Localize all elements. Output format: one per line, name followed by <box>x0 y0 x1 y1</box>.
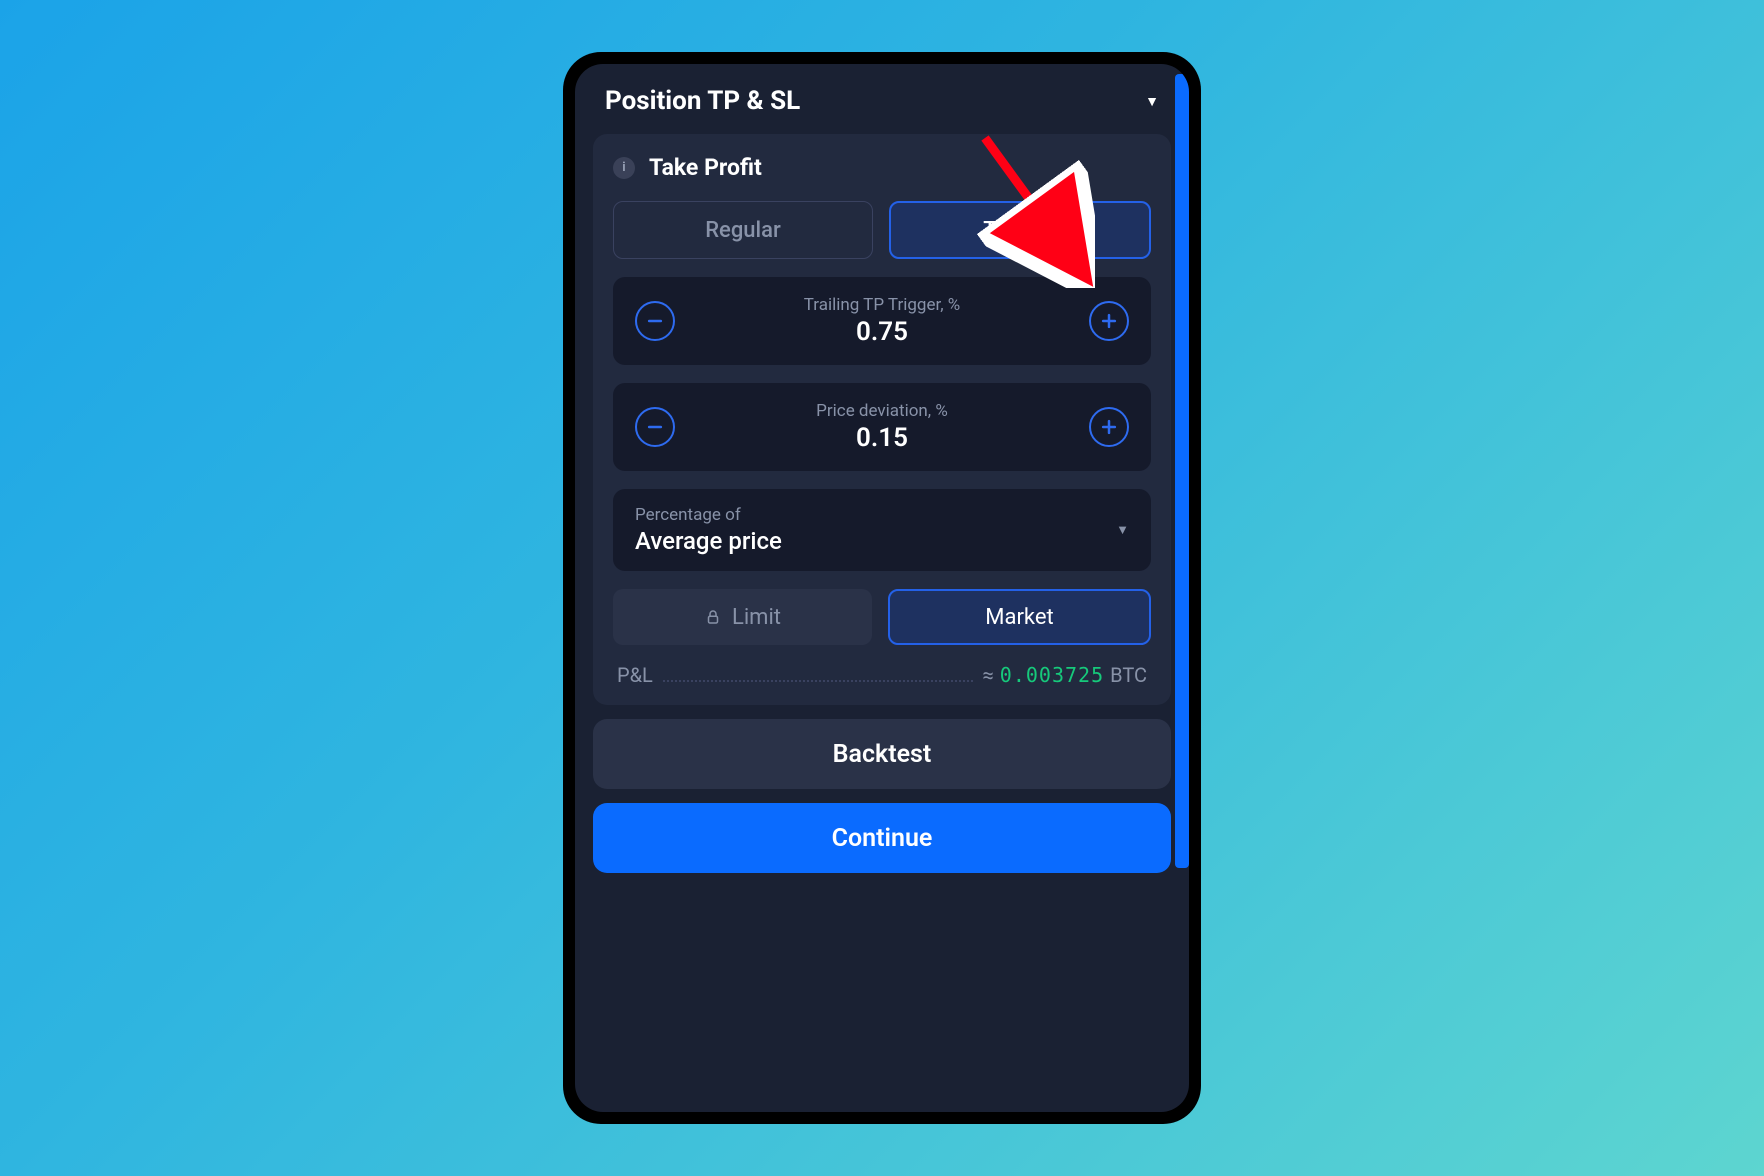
order-type-tabs: Limit Market <box>613 589 1151 645</box>
deviation-value[interactable]: 0.15 <box>816 423 948 453</box>
pnl-unit: BTC <box>1110 663 1147 687</box>
plus-icon <box>1099 311 1119 331</box>
take-profit-title: Take Profit <box>649 154 762 181</box>
order-limit-label: Limit <box>732 605 781 630</box>
section-header[interactable]: Position TP & SL ▼ <box>575 64 1189 134</box>
plus-icon <box>1099 417 1119 437</box>
tab-trailing[interactable]: Trailing <box>889 201 1151 259</box>
minus-button[interactable] <box>635 301 675 341</box>
trigger-label: Trailing TP Trigger, % <box>804 295 960 315</box>
section-title: Position TP & SL <box>605 86 800 116</box>
lock-icon <box>704 608 722 626</box>
tp-mode-tabs: Regular Trailing <box>613 201 1151 259</box>
continue-button[interactable]: Continue <box>593 803 1171 873</box>
minus-icon <box>645 417 665 437</box>
info-icon[interactable]: i <box>613 157 635 179</box>
app-screen: Position TP & SL ▼ i Take Profit Regular… <box>575 64 1189 1112</box>
price-deviation-stepper: Price deviation, % 0.15 <box>613 383 1151 471</box>
percentage-of-dropdown[interactable]: Percentage of Average price ▼ <box>613 489 1151 571</box>
trailing-trigger-stepper: Trailing TP Trigger, % 0.75 <box>613 277 1151 365</box>
plus-button[interactable] <box>1089 301 1129 341</box>
trigger-value[interactable]: 0.75 <box>804 317 960 347</box>
chevron-down-icon: ▼ <box>1116 522 1129 538</box>
order-market-label: Market <box>985 605 1053 630</box>
pnl-value: ≈0.003725BTC <box>983 663 1147 687</box>
backtest-button[interactable]: Backtest <box>593 719 1171 789</box>
pnl-approx: ≈ <box>983 663 994 687</box>
order-market-button[interactable]: Market <box>888 589 1151 645</box>
percentage-of-value: Average price <box>635 527 782 555</box>
deviation-label: Price deviation, % <box>816 401 948 421</box>
minus-icon <box>645 311 665 331</box>
minus-button[interactable] <box>635 407 675 447</box>
plus-button[interactable] <box>1089 407 1129 447</box>
tab-regular[interactable]: Regular <box>613 201 873 259</box>
pnl-row: P&L ≈0.003725BTC <box>613 663 1151 687</box>
order-limit-button[interactable]: Limit <box>613 589 872 645</box>
chevron-down-icon: ▼ <box>1145 93 1159 110</box>
percentage-of-label: Percentage of <box>635 505 782 525</box>
phone-frame: Position TP & SL ▼ i Take Profit Regular… <box>563 52 1201 1124</box>
take-profit-card: i Take Profit Regular Trailing Trailing … <box>593 134 1171 705</box>
pnl-divider <box>663 680 973 682</box>
pnl-amount: 0.003725 <box>1000 663 1104 687</box>
pnl-label: P&L <box>617 663 653 687</box>
scrollbar[interactable] <box>1175 74 1189 868</box>
